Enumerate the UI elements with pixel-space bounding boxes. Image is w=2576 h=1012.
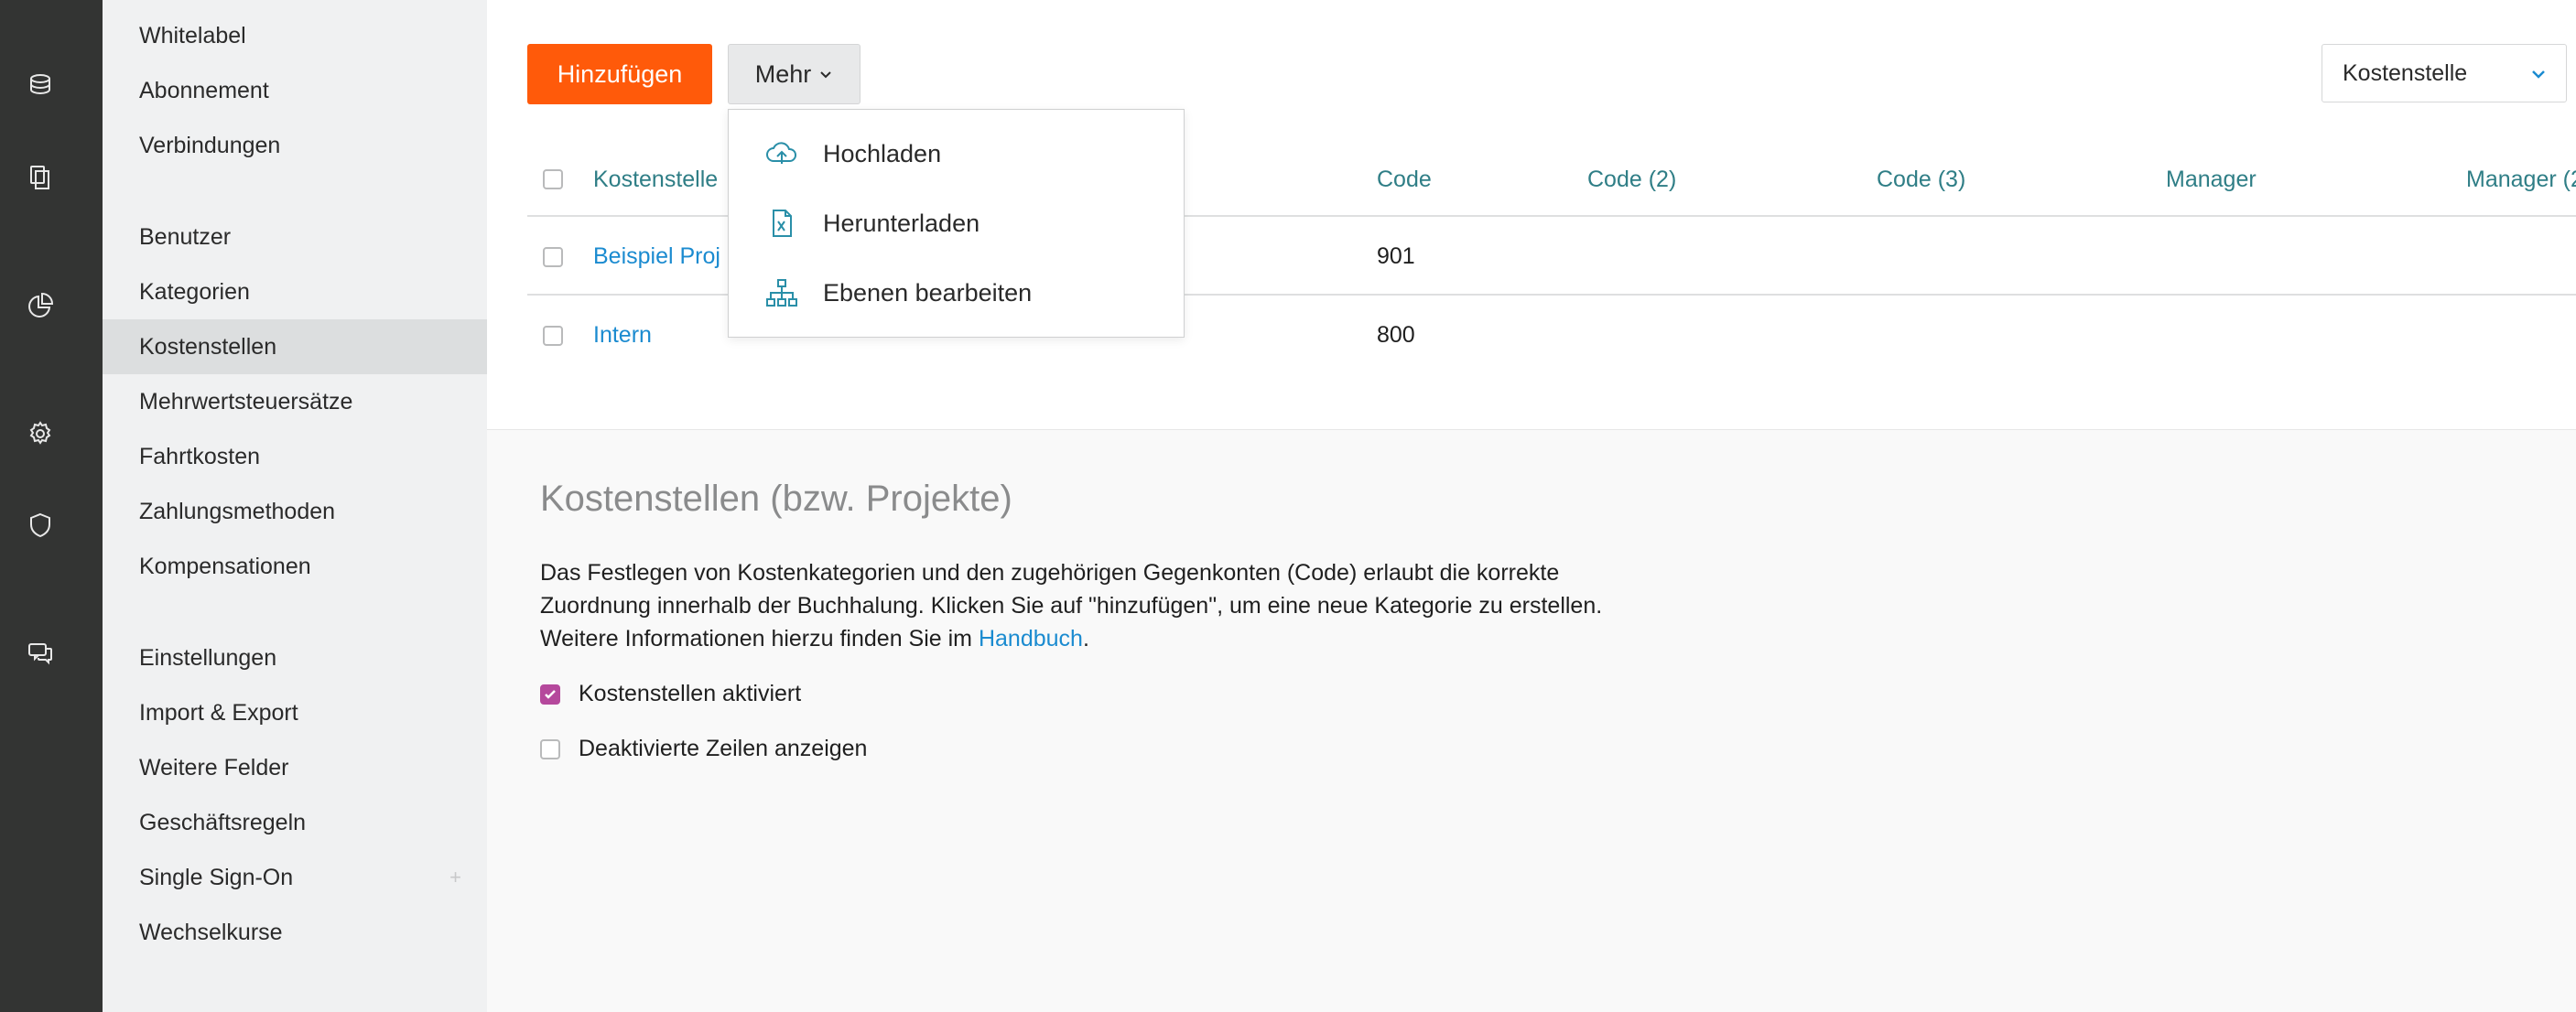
sidebar-item-label: Kompensationen bbox=[139, 553, 311, 579]
documents-icon[interactable] bbox=[24, 161, 57, 194]
sidebar-item-label: Einstellungen bbox=[139, 644, 277, 671]
column-header-kostenstelle[interactable]: Kostenstelle bbox=[593, 167, 718, 193]
sidebar-item-whitelabel[interactable]: Whitelabel bbox=[103, 8, 487, 63]
menu-item-label: Hochladen bbox=[823, 139, 942, 167]
gear-icon[interactable] bbox=[24, 417, 57, 450]
sidebar-item-label: Import & Export bbox=[139, 699, 298, 726]
sidebar-item-benutzer[interactable]: Benutzer bbox=[103, 210, 487, 264]
menu-item-upload[interactable]: Hochladen bbox=[729, 119, 1184, 188]
view-selector[interactable]: Kostenstelle bbox=[2322, 44, 2567, 102]
shield-icon[interactable] bbox=[24, 509, 57, 542]
pie-chart-icon[interactable] bbox=[24, 289, 57, 322]
cloud-upload-icon bbox=[763, 135, 800, 172]
menu-item-label: Ebenen bearbeiten bbox=[823, 278, 1033, 307]
column-header-code-3[interactable]: Code (3) bbox=[1877, 167, 1965, 193]
sidebar-item-label: Kategorien bbox=[139, 278, 250, 305]
option-label: Kostenstellen aktiviert bbox=[579, 681, 802, 706]
description-text: Weitere Informationen hierzu finden Sie … bbox=[540, 626, 979, 651]
sidebar-item-label: Weitere Felder bbox=[139, 754, 289, 781]
handbook-link[interactable]: Handbuch bbox=[979, 626, 1083, 651]
sidebar-item-label: Fahrtkosten bbox=[139, 443, 261, 469]
chat-icon[interactable] bbox=[24, 637, 57, 670]
sidebar-item-geschaeftsregeln[interactable]: Geschäftsregeln bbox=[103, 795, 487, 850]
chevron-down-icon bbox=[820, 71, 831, 79]
sidebar-item-label: Mehrwertsteuersätze bbox=[139, 388, 353, 414]
sidebar-item-fahrtkosten[interactable]: Fahrtkosten bbox=[103, 429, 487, 484]
section-description: Das Festlegen von Kostenkategorien und d… bbox=[540, 556, 1767, 655]
cost-centers-enabled-checkbox[interactable] bbox=[540, 684, 560, 705]
show-disabled-rows-checkbox[interactable] bbox=[540, 738, 560, 759]
sidebar-item-single-sign-on[interactable]: Single Sign-On + bbox=[103, 850, 487, 905]
icon-rail bbox=[0, 0, 103, 1012]
settings-sidebar: Whitelabel Abonnement Verbindungen Benut… bbox=[103, 0, 487, 1012]
chevron-down-icon bbox=[2532, 70, 2545, 79]
sidebar-item-label: Geschäftsregeln bbox=[139, 809, 307, 835]
sidebar-item-weitere-felder[interactable]: Weitere Felder bbox=[103, 740, 487, 795]
sidebar-item-label: Wechselkurse bbox=[139, 919, 283, 945]
sidebar-item-label: Whitelabel bbox=[139, 22, 246, 48]
cost-centers-enabled-option[interactable]: Kostenstellen aktiviert bbox=[540, 681, 801, 707]
more-button-label: Mehr bbox=[754, 59, 812, 88]
menu-item-label: Herunterladen bbox=[823, 209, 980, 237]
database-icon[interactable] bbox=[24, 70, 57, 102]
excel-file-icon bbox=[763, 205, 800, 242]
more-button[interactable]: Mehr bbox=[728, 44, 860, 104]
description-line: Weitere Informationen hierzu finden Sie … bbox=[540, 622, 1767, 655]
sidebar-item-verbindungen[interactable]: Verbindungen bbox=[103, 118, 487, 173]
sidebar-item-kompensationen[interactable]: Kompensationen bbox=[103, 539, 487, 594]
description-text: . bbox=[1082, 626, 1089, 651]
cost-center-code: 800 bbox=[1377, 322, 1415, 348]
add-button[interactable]: Hinzufügen bbox=[527, 44, 712, 104]
hierarchy-icon bbox=[763, 275, 800, 311]
more-dropdown-menu: Hochladen Herunterladen Ebenen bearbeite… bbox=[728, 109, 1185, 338]
sidebar-item-abonnement[interactable]: Abonnement bbox=[103, 63, 487, 118]
sidebar-item-label: Benutzer bbox=[139, 223, 232, 250]
view-selector-value: Kostenstelle bbox=[2343, 59, 2468, 86]
sidebar-item-mehrwertsteuersaetze[interactable]: Mehrwertsteuersätze bbox=[103, 374, 487, 429]
column-header-manager-2[interactable]: Manager (2 bbox=[2466, 167, 2576, 193]
sidebar-item-kostenstellen[interactable]: Kostenstellen bbox=[103, 319, 487, 374]
row-checkbox[interactable] bbox=[543, 247, 563, 267]
section-title: Kostenstellen (bzw. Projekte) bbox=[540, 479, 1012, 519]
cost-center-link[interactable]: Intern bbox=[593, 322, 652, 349]
plus-icon: + bbox=[449, 866, 461, 888]
select-all-checkbox[interactable] bbox=[543, 169, 563, 189]
column-header-code-2[interactable]: Code (2) bbox=[1587, 167, 1676, 193]
sidebar-item-import-export[interactable]: Import & Export bbox=[103, 685, 487, 740]
description-line: Das Festlegen von Kostenkategorien und d… bbox=[540, 560, 1560, 586]
show-disabled-rows-option[interactable]: Deaktivierte Zeilen anzeigen bbox=[540, 736, 867, 762]
sidebar-item-label: Kostenstellen bbox=[139, 333, 277, 360]
sidebar-item-zahlungsmethoden[interactable]: Zahlungsmethoden bbox=[103, 484, 487, 539]
sidebar-item-label: Verbindungen bbox=[139, 132, 281, 158]
checkmark-icon bbox=[545, 689, 556, 699]
sidebar-item-kategorien[interactable]: Kategorien bbox=[103, 264, 487, 319]
description-line: Zuordnung innerhalb der Buchhalung. Klic… bbox=[540, 593, 1603, 619]
menu-item-download[interactable]: Herunterladen bbox=[729, 188, 1184, 258]
sidebar-item-label: Single Sign-On bbox=[139, 864, 294, 890]
option-label: Deaktivierte Zeilen anzeigen bbox=[579, 736, 868, 761]
column-header-manager[interactable]: Manager bbox=[2166, 167, 2257, 193]
sidebar-item-label: Zahlungsmethoden bbox=[139, 498, 336, 524]
cost-center-code: 901 bbox=[1377, 243, 1415, 269]
sidebar-item-label: Abonnement bbox=[139, 77, 269, 103]
row-checkbox[interactable] bbox=[543, 326, 563, 346]
menu-item-edit-levels[interactable]: Ebenen bearbeiten bbox=[729, 258, 1184, 328]
column-header-code[interactable]: Code bbox=[1377, 167, 1432, 193]
sidebar-item-einstellungen[interactable]: Einstellungen bbox=[103, 630, 487, 685]
sidebar-item-wechselkurse[interactable]: Wechselkurse bbox=[103, 905, 487, 960]
cost-center-link[interactable]: Beispiel Proj bbox=[593, 243, 720, 270]
